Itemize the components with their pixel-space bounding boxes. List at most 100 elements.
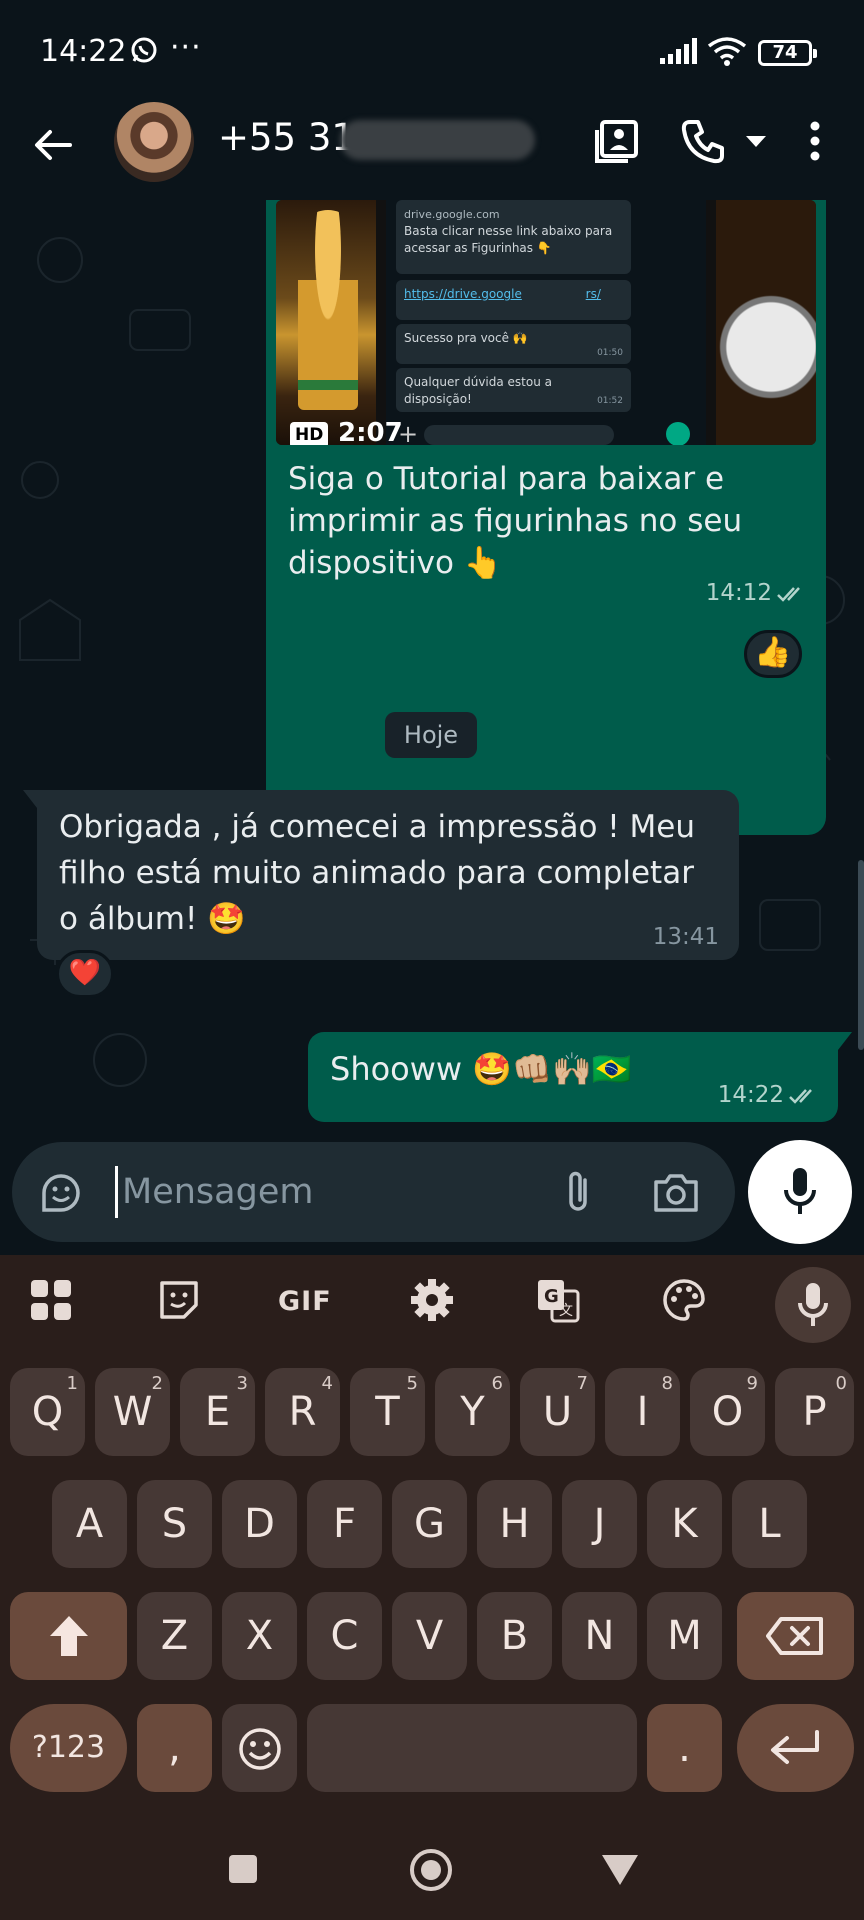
preview-message-3-text: Qualquer dúvida estou a disposição! <box>404 375 552 406</box>
key-n[interactable]: N <box>562 1592 637 1680</box>
screen-recording-preview: drive.google.com Basta clicar nesse link… <box>386 200 706 445</box>
key-h[interactable]: H <box>477 1480 552 1568</box>
system-nav-bar <box>0 1823 864 1920</box>
key-i[interactable]: I8 <box>605 1368 680 1456</box>
preview-link-domain: drive.google.com <box>404 208 500 221</box>
preview-message-2: Sucesso pra você 🙌 01:50 <box>396 324 631 364</box>
message-composer[interactable] <box>12 1142 735 1242</box>
key-label: I <box>636 1389 649 1435</box>
key-y[interactable]: Y6 <box>435 1368 510 1456</box>
key-number: 9 <box>746 1373 758 1394</box>
incoming-message-text: Obrigada , já comecei a impressão ! Meu … <box>59 809 696 937</box>
chevron-down-icon[interactable] <box>742 116 770 166</box>
gif-button[interactable]: GIF <box>278 1286 332 1317</box>
keyboard-voice-button[interactable] <box>775 1267 851 1343</box>
sticker-keyboard-icon[interactable] <box>156 1277 202 1323</box>
emoji-key[interactable] <box>222 1704 297 1792</box>
enter-key[interactable] <box>737 1704 854 1792</box>
video-thumbnail[interactable]: drive.google.com Basta clicar nesse link… <box>276 200 816 445</box>
key-r[interactable]: R4 <box>265 1368 340 1456</box>
key-p[interactable]: P0 <box>775 1368 854 1456</box>
contact-card-icon[interactable] <box>592 116 642 166</box>
whatsapp-status-icon <box>131 37 157 63</box>
key-q[interactable]: Q1 <box>10 1368 85 1456</box>
key-k[interactable]: K <box>647 1480 722 1568</box>
key-e[interactable]: E3 <box>180 1368 255 1456</box>
key-label: Q <box>31 1389 64 1435</box>
outgoing-message[interactable]: Shooww 🤩👊🏼🙌🏼🇧🇷 14:22 <box>308 1032 852 1122</box>
key-a[interactable]: A <box>52 1480 127 1568</box>
voice-record-button[interactable] <box>748 1140 852 1244</box>
message-input[interactable] <box>120 1162 520 1222</box>
keyboard-toolbar: GIF G 文 <box>0 1255 864 1345</box>
comma-key[interactable]: , <box>137 1704 212 1792</box>
phone-icon[interactable] <box>678 116 728 166</box>
svg-text:G: G <box>544 1286 559 1307</box>
key-d[interactable]: D <box>222 1480 297 1568</box>
outgoing-message-time: 14:22 <box>717 1082 784 1108</box>
backspace-key[interactable] <box>737 1592 854 1680</box>
preview-input <box>424 425 614 445</box>
key-x[interactable]: X <box>222 1592 297 1680</box>
key-label: O <box>711 1389 744 1435</box>
translate-icon[interactable]: G 文 <box>535 1277 581 1323</box>
key-g[interactable]: G <box>392 1480 467 1568</box>
reaction-thumbs-up[interactable]: 👍 <box>744 630 802 678</box>
reaction-heart[interactable]: ❤️ <box>56 950 114 998</box>
key-m[interactable]: M <box>647 1592 722 1680</box>
key-number: 4 <box>321 1373 333 1394</box>
key-u[interactable]: U7 <box>520 1368 595 1456</box>
period-key[interactable]: . <box>647 1704 722 1792</box>
key-number: 0 <box>835 1373 847 1394</box>
day-divider: Hoje <box>385 712 477 758</box>
enter-arrow-icon <box>771 1730 819 1764</box>
key-number: 5 <box>406 1373 418 1394</box>
settings-gear-icon[interactable] <box>409 1277 455 1323</box>
chat-area[interactable]: drive.google.com Basta clicar nesse link… <box>0 200 864 1260</box>
wifi-icon <box>707 37 747 66</box>
key-b[interactable]: B <box>477 1592 552 1680</box>
key-label: E <box>204 1389 231 1435</box>
key-number: 7 <box>576 1373 588 1394</box>
preview-link-tail: rs/ <box>585 287 601 301</box>
camera-icon[interactable] <box>652 1170 700 1214</box>
space-key[interactable] <box>307 1704 637 1792</box>
scrollbar[interactable] <box>858 860 864 1050</box>
home-circle-icon[interactable] <box>408 1847 454 1893</box>
recents-square-icon[interactable] <box>227 1853 259 1885</box>
contact-avatar[interactable] <box>114 102 194 182</box>
more-vert-icon[interactable] <box>800 116 830 166</box>
incoming-message[interactable]: Obrigada , já comecei a impressão ! Meu … <box>23 790 739 960</box>
shift-arrow-icon <box>50 1616 88 1656</box>
apps-grid-icon[interactable] <box>28 1277 74 1323</box>
sticker-icon[interactable] <box>38 1170 84 1216</box>
microphone-icon <box>798 1283 828 1326</box>
back-triangle-icon[interactable] <box>600 1853 640 1887</box>
plus-icon: + <box>398 420 419 445</box>
contact-name[interactable]: +55 31 <box>218 116 355 159</box>
preview-mic-icon <box>666 422 690 445</box>
symbols-key[interactable]: ?123 <box>10 1704 127 1792</box>
read-ticks-icon <box>777 587 800 602</box>
key-o[interactable]: O9 <box>690 1368 765 1456</box>
key-s[interactable]: S <box>137 1480 212 1568</box>
preview-link-row: https://drive.google rs/ <box>396 280 631 320</box>
key-f[interactable]: F <box>307 1480 382 1568</box>
trophy-image <box>276 200 376 445</box>
key-t[interactable]: T5 <box>350 1368 425 1456</box>
status-bar: 14:22 ··· 74 <box>0 0 864 100</box>
key-l[interactable]: L <box>732 1480 807 1568</box>
palette-icon[interactable] <box>661 1277 707 1323</box>
key-w[interactable]: W2 <box>95 1368 170 1456</box>
outgoing-media-message[interactable]: drive.google.com Basta clicar nesse link… <box>266 200 826 835</box>
key-j[interactable]: J <box>562 1480 637 1568</box>
key-c[interactable]: C <box>307 1592 382 1680</box>
shift-key[interactable] <box>10 1592 127 1680</box>
back-arrow-icon[interactable] <box>30 122 76 168</box>
preview-line1: Basta clicar nesse link abaixo para aces… <box>404 224 613 255</box>
key-v[interactable]: V <box>392 1592 467 1680</box>
key-z[interactable]: Z <box>137 1592 212 1680</box>
attach-icon[interactable] <box>557 1168 601 1216</box>
read-ticks-icon <box>789 1089 812 1104</box>
outgoing-message-text: Shooww 🤩👊🏼🙌🏼🇧🇷 <box>330 1050 632 1088</box>
